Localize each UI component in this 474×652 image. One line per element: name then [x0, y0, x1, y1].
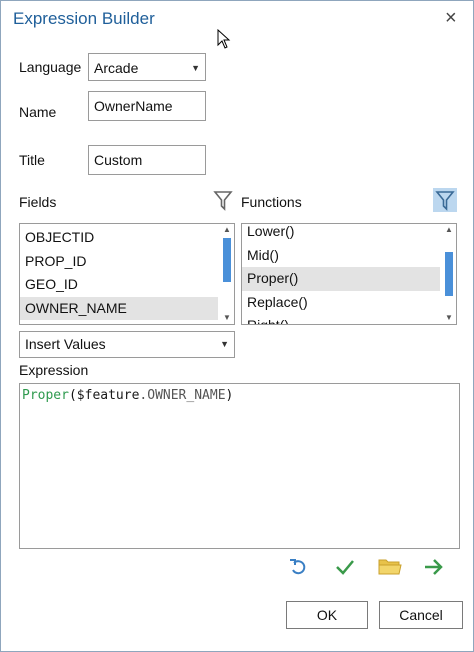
expression-editor[interactable]: Proper($feature.OWNER_NAME) [19, 383, 460, 549]
scroll-thumb[interactable] [223, 238, 231, 282]
cancel-button[interactable]: Cancel [379, 601, 463, 629]
language-dropdown[interactable]: Arcade ▼ [88, 53, 206, 81]
undo-icon[interactable] [288, 556, 310, 581]
insert-values-label: Insert Values [25, 336, 106, 352]
checkmark-icon[interactable] [334, 556, 356, 581]
language-label: Language [19, 59, 82, 75]
dialog-title: Expression Builder [13, 9, 155, 28]
language-value: Arcade [94, 60, 139, 76]
fields-scrollbar[interactable]: ▲ ▼ [220, 224, 234, 324]
scroll-up-icon[interactable]: ▲ [442, 224, 456, 236]
list-item[interactable]: OBJECTID [20, 226, 234, 250]
expression-function: Proper [22, 388, 69, 403]
expression-label: Expression [19, 362, 89, 378]
scroll-down-icon[interactable]: ▼ [442, 312, 456, 324]
list-item[interactable]: GEO_ID [20, 273, 234, 297]
chevron-down-icon: ▼ [191, 63, 200, 73]
arrow-right-icon[interactable] [422, 556, 446, 581]
list-item[interactable]: Lower() [242, 224, 456, 244]
scroll-up-icon[interactable]: ▲ [220, 224, 234, 236]
list-item[interactable]: PROP_ID [20, 250, 234, 274]
mouse-cursor-icon [217, 28, 231, 52]
fields-list[interactable]: OBJECTID PROP_ID GEO_ID OWNER_NAME ▲ ▼ [19, 223, 235, 325]
ok-button[interactable]: OK [286, 601, 368, 629]
functions-label: Functions [241, 194, 302, 210]
list-item[interactable]: Mid() [242, 244, 456, 268]
close-icon[interactable]: × [445, 7, 457, 30]
insert-values-dropdown[interactable]: Insert Values ▼ [19, 331, 235, 358]
expression-close-paren: ) [225, 388, 234, 403]
filter-icon[interactable] [433, 188, 457, 212]
filter-icon[interactable] [213, 190, 233, 215]
folder-icon[interactable] [378, 557, 402, 580]
scroll-down-icon[interactable]: ▼ [220, 312, 234, 324]
name-label: Name [19, 104, 57, 120]
functions-list[interactable]: Lower() Mid() Proper() Replace() Right()… [241, 223, 457, 325]
expression-open-paren: ( [68, 388, 77, 403]
list-item-selected[interactable]: Proper() [242, 267, 440, 291]
title-label: Title [19, 152, 45, 168]
name-input[interactable]: OwnerName [88, 91, 206, 121]
title-input[interactable]: Custom [88, 145, 206, 175]
chevron-down-icon: ▼ [220, 339, 229, 349]
functions-scrollbar[interactable]: ▲ ▼ [442, 224, 456, 324]
list-item[interactable]: Replace() [242, 291, 456, 315]
expression-field: .OWNER_NAME [139, 388, 226, 403]
list-item-selected[interactable]: OWNER_NAME [20, 296, 218, 320]
scroll-thumb[interactable] [445, 252, 453, 296]
list-item[interactable]: Right() [242, 314, 456, 324]
expression-builder-dialog: Expression Builder × Language Arcade ▼ N… [0, 0, 474, 652]
expression-global: $feature [76, 388, 140, 403]
fields-label: Fields [19, 194, 57, 210]
